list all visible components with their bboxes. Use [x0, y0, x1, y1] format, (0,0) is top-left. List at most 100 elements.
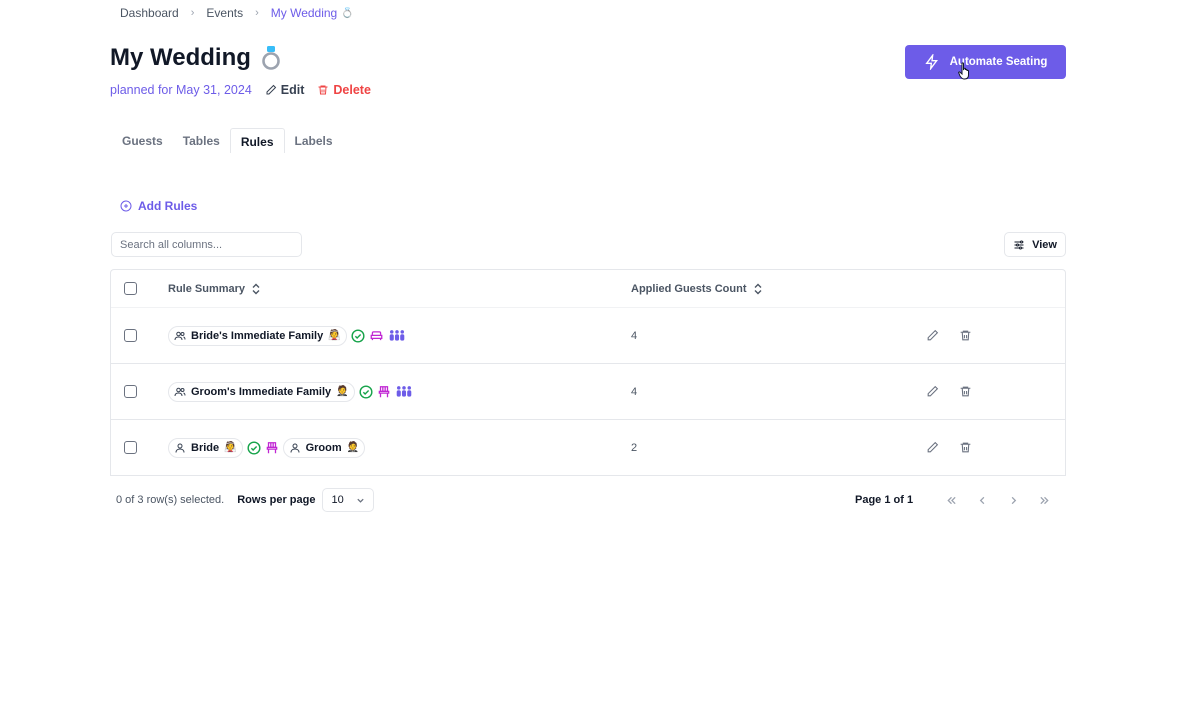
chip-label: Groom: [305, 441, 342, 454]
ring-icon: 💍: [341, 7, 354, 19]
page-title-text: My Wedding: [110, 44, 251, 71]
next-page-button[interactable]: [1004, 491, 1022, 509]
pencil-icon: [266, 84, 276, 95]
breadcrumb: Dashboard › Events › My Wedding 💍: [120, 6, 354, 20]
edit-rule-button[interactable]: [926, 441, 939, 454]
column-header-applied-guests-count[interactable]: Applied Guests Count: [631, 283, 923, 295]
pencil-icon: [927, 329, 939, 341]
previous-page-button[interactable]: [973, 491, 991, 509]
tab-labels[interactable]: Labels: [285, 128, 343, 153]
delete-rule-button[interactable]: [959, 329, 972, 342]
pencil-icon: [927, 385, 939, 397]
table-row: Bride 👰 Groom 🤵 2: [111, 420, 1065, 476]
first-page-button[interactable]: [942, 491, 960, 509]
page-indicator: Page 1 of 1: [855, 494, 914, 506]
breadcrumb-events[interactable]: Events: [206, 6, 243, 20]
edit-rule-button[interactable]: [926, 329, 939, 342]
label-chip: Groom 🤵: [282, 437, 366, 458]
row-checkbox[interactable]: [124, 329, 137, 342]
chair-icon: [378, 385, 389, 397]
trash-icon: [960, 386, 971, 397]
group-icon: [396, 385, 411, 397]
column-header-label: Applied Guests Count: [631, 282, 747, 295]
delete-rule-button[interactable]: [959, 385, 972, 398]
chevron-left-icon: [979, 496, 984, 504]
selection-count: 0 of 3 row(s) selected.: [116, 494, 225, 506]
label-chip: Groom's Immediate Family 🤵: [168, 381, 355, 402]
check-circle-icon: [247, 440, 261, 455]
row-checkbox[interactable]: [124, 385, 137, 398]
pagination: [942, 491, 1053, 509]
add-rules-label: Add Rules: [138, 199, 198, 213]
chevrons-left-icon: [946, 496, 956, 504]
breadcrumb-dashboard[interactable]: Dashboard: [120, 6, 179, 20]
applied-guests-count: 4: [631, 385, 638, 398]
users-icon: [174, 331, 186, 340]
groom-icon: 🤵: [336, 386, 349, 397]
chevron-right-icon: ›: [255, 7, 259, 19]
chevron-right-icon: [1011, 496, 1016, 504]
chip-label: Groom's Immediate Family: [191, 385, 332, 398]
rows-per-page-label: Rows per page: [237, 494, 316, 506]
pencil-icon: [927, 441, 939, 453]
automate-seating-button[interactable]: Automate Seating: [905, 45, 1066, 79]
tab-tables[interactable]: Tables: [173, 128, 230, 153]
trash-icon: [960, 330, 971, 341]
rows-per-page-select[interactable]: 10: [322, 488, 375, 512]
chip-label: Bride's Immediate Family: [191, 329, 324, 342]
delete-rule-button[interactable]: [959, 441, 972, 454]
select-all-checkbox[interactable]: [124, 282, 137, 295]
table-row: Groom's Immediate Family 🤵 4: [111, 364, 1065, 420]
column-header-label: Rule Summary: [168, 282, 246, 295]
trash-icon: [318, 85, 328, 95]
tab-rules[interactable]: Rules: [229, 128, 285, 153]
rows-per-page-value: 10: [331, 494, 344, 506]
edit-rule-button[interactable]: [926, 385, 939, 398]
sliders-icon: [1014, 240, 1024, 249]
label-chip: Bride 👰: [168, 437, 243, 458]
chair-icon: [266, 441, 277, 453]
chevrons-right-icon: [1039, 496, 1049, 504]
lightning-icon: [924, 54, 938, 70]
edit-label: Edit: [280, 83, 305, 97]
label-chip: Bride's Immediate Family 👰: [168, 325, 347, 346]
bride-icon: 👰: [224, 442, 237, 453]
event-subheader: planned for May 31, 2024 Edit Delete: [110, 83, 384, 97]
delete-event-button[interactable]: Delete: [317, 83, 371, 97]
table-footer: 0 of 3 row(s) selected. Rows per page 10…: [116, 488, 1066, 512]
tab-guests[interactable]: Guests: [112, 128, 173, 153]
row-checkbox[interactable]: [124, 441, 137, 454]
groom-icon: 🤵: [346, 442, 360, 453]
last-page-button[interactable]: [1035, 491, 1053, 509]
sofa-icon: [370, 330, 383, 340]
page-title: My Wedding: [110, 44, 281, 72]
sort-icon: [754, 283, 761, 294]
users-icon: [174, 387, 186, 396]
sort-icon: [252, 283, 260, 294]
tab-bar: Guests Tables Rules Labels: [112, 128, 343, 153]
search-input[interactable]: [111, 232, 302, 257]
applied-guests-count: 4: [631, 329, 638, 342]
chevron-right-icon: ›: [190, 7, 195, 19]
check-circle-icon: [351, 328, 365, 343]
table-row: Bride's Immediate Family 👰 4: [111, 308, 1065, 364]
applied-guests-count: 2: [631, 441, 638, 454]
plus-circle-icon: [120, 200, 132, 212]
user-icon: [175, 443, 185, 453]
view-options-button[interactable]: View: [1004, 232, 1066, 257]
add-rules-button[interactable]: Add Rules: [120, 199, 197, 213]
view-label: View: [1032, 238, 1057, 251]
edit-event-button[interactable]: Edit: [265, 83, 305, 97]
table-header: Rule Summary Applied Guests Count: [111, 270, 1065, 308]
group-icon: [389, 329, 404, 341]
planned-date: planned for May 31, 2024: [110, 83, 252, 97]
breadcrumb-current: My Wedding 💍: [271, 6, 354, 20]
breadcrumb-current-label: My Wedding: [270, 6, 338, 20]
user-icon: [290, 443, 300, 453]
column-header-rule-summary[interactable]: Rule Summary: [168, 283, 261, 295]
chevron-down-icon: [357, 498, 365, 503]
bride-icon: 👰: [328, 330, 341, 341]
hand-cursor-icon: [958, 62, 969, 80]
trash-icon: [960, 442, 971, 453]
ring-icon: [262, 46, 280, 70]
